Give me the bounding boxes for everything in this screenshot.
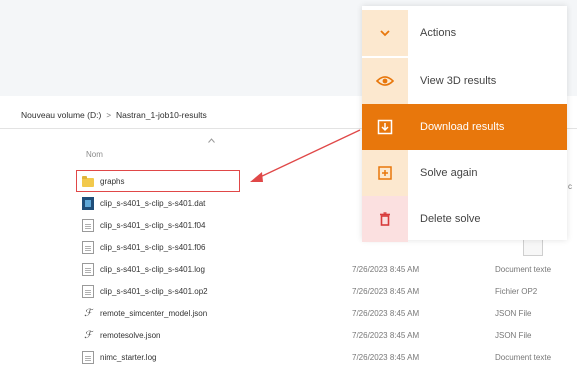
- breadcrumb: Nouveau volume (D:) > Nastran_1-job10-re…: [21, 110, 207, 120]
- document-icon: [82, 350, 94, 364]
- list-item[interactable]: clip_s-s401_s-clip_s-s401.f04: [82, 216, 205, 234]
- json-icon: ℱ: [84, 307, 92, 319]
- breadcrumb-item-folder[interactable]: Nastran_1-job10-results: [116, 110, 207, 120]
- file-date: 7/26/2023 8:45 AM: [352, 309, 420, 318]
- highlight-box: [76, 170, 240, 192]
- document-icon: [82, 284, 94, 298]
- menu-item-label: Actions: [420, 27, 457, 39]
- menu-item-actions[interactable]: Actions: [362, 10, 567, 56]
- list-item[interactable]: ℱ remote_simcenter_model.json: [82, 304, 207, 322]
- menu-item-download-results[interactable]: Download results: [362, 104, 567, 150]
- sort-up-icon[interactable]: [208, 138, 215, 143]
- trash-icon: [362, 196, 408, 242]
- chevron-down-icon: [362, 10, 408, 56]
- list-item[interactable]: clip_s-s401_s-clip_s-s401.f06: [82, 238, 205, 256]
- breadcrumb-item-drive[interactable]: Nouveau volume (D:): [21, 110, 101, 120]
- file-type: JSON File: [495, 331, 532, 340]
- list-item[interactable]: ℱ remotesolve.json: [82, 326, 160, 344]
- menu-item-view-3d-results[interactable]: View 3D results: [362, 58, 567, 104]
- file-date: 7/26/2023 8:45 AM: [352, 353, 420, 362]
- truncated-column-text: c: [568, 182, 572, 191]
- menu-item-label: Delete solve: [420, 213, 481, 225]
- actions-menu: Actions View 3D results Download results…: [362, 6, 567, 242]
- menu-item-label: View 3D results: [420, 75, 497, 87]
- file-name: clip_s-s401_s-clip_s-s401.dat: [100, 198, 206, 208]
- column-header-name[interactable]: Nom: [86, 150, 103, 159]
- file-type: Document texte: [495, 353, 552, 362]
- file-name: clip_s-s401_s-clip_s-s401.op2: [100, 286, 208, 296]
- menu-item-solve-again[interactable]: Solve again: [362, 150, 567, 196]
- file-date: 7/26/2023 8:45 AM: [352, 265, 420, 274]
- list-item[interactable]: nimc_starter.log: [82, 348, 156, 366]
- list-item[interactable]: clip_s-s401_s-clip_s-s401.log: [82, 260, 205, 278]
- download-icon: [362, 104, 408, 150]
- file-name: nimc_starter.log: [100, 352, 157, 362]
- json-icon: ℱ: [84, 329, 92, 341]
- file-name: remotesolve.json: [100, 330, 161, 340]
- file-name: clip_s-s401_s-clip_s-s401.f06: [100, 242, 206, 252]
- menu-item-delete-solve[interactable]: Delete solve: [362, 196, 567, 242]
- file-date: 7/26/2023 8:45 AM: [352, 331, 420, 340]
- file-name: clip_s-s401_s-clip_s-s401.f04: [100, 220, 206, 230]
- plus-square-icon: [362, 150, 408, 196]
- chevron-right-icon: >: [106, 110, 111, 120]
- file-type: JSON File: [495, 309, 532, 318]
- document-icon: [82, 218, 94, 232]
- menu-item-label: Download results: [420, 121, 505, 133]
- list-item[interactable]: clip_s-s401_s-clip_s-s401.op2: [82, 282, 208, 300]
- eye-icon: [362, 58, 408, 104]
- document-icon: [82, 262, 94, 276]
- menu-item-label: Solve again: [420, 167, 478, 179]
- file-name: clip_s-s401_s-clip_s-s401.log: [100, 264, 205, 274]
- file-type: Fichier OP2: [495, 287, 538, 296]
- list-item[interactable]: clip_s-s401_s-clip_s-s401.dat: [82, 194, 205, 212]
- file-date: 7/26/2023 8:45 AM: [352, 287, 420, 296]
- document-icon: [82, 240, 94, 254]
- dat-file-icon: [82, 196, 94, 210]
- file-type: Document texte: [495, 265, 552, 274]
- file-name: remote_simcenter_model.json: [100, 308, 208, 318]
